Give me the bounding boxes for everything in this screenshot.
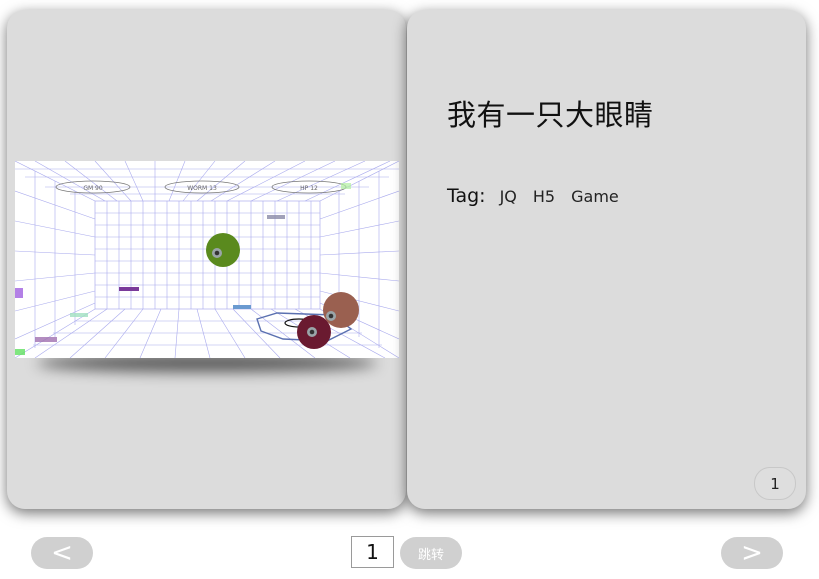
tag-game[interactable]: Game [571,187,619,206]
page-number-badge: 1 [754,467,796,500]
left-page: GM 90 WORM 13 HP 12 [7,10,406,509]
page-number-input[interactable] [351,536,394,568]
tag-list: Tag: JQ H5 Game [447,185,635,207]
hud-label-1: GM 90 [83,185,103,192]
next-page-button[interactable]: > [721,537,783,569]
hud-label-3: HP 12 [300,185,318,192]
tag-label: Tag: [447,185,486,207]
game-screenshot-frame: GM 90 WORM 13 HP 12 [15,161,399,372]
game-screenshot: GM 90 WORM 13 HP 12 [15,161,399,358]
right-page: 我有一只大眼睛 Tag: JQ H5 Game 1 [407,10,806,509]
flipbook: GM 90 WORM 13 HP 12 我有一只大眼睛 Tag: JQ H5 G… [0,0,819,520]
tag-h5[interactable]: H5 [533,187,555,206]
hud-label-2: WORM 13 [187,185,217,192]
previous-page-button[interactable]: < [31,537,93,569]
tag-jq[interactable]: JQ [500,187,517,206]
game-scene: GM 90 WORM 13 HP 12 [15,161,399,358]
game-title: 我有一只大眼睛 [447,98,654,132]
jump-button[interactable]: 跳转 [400,537,462,569]
